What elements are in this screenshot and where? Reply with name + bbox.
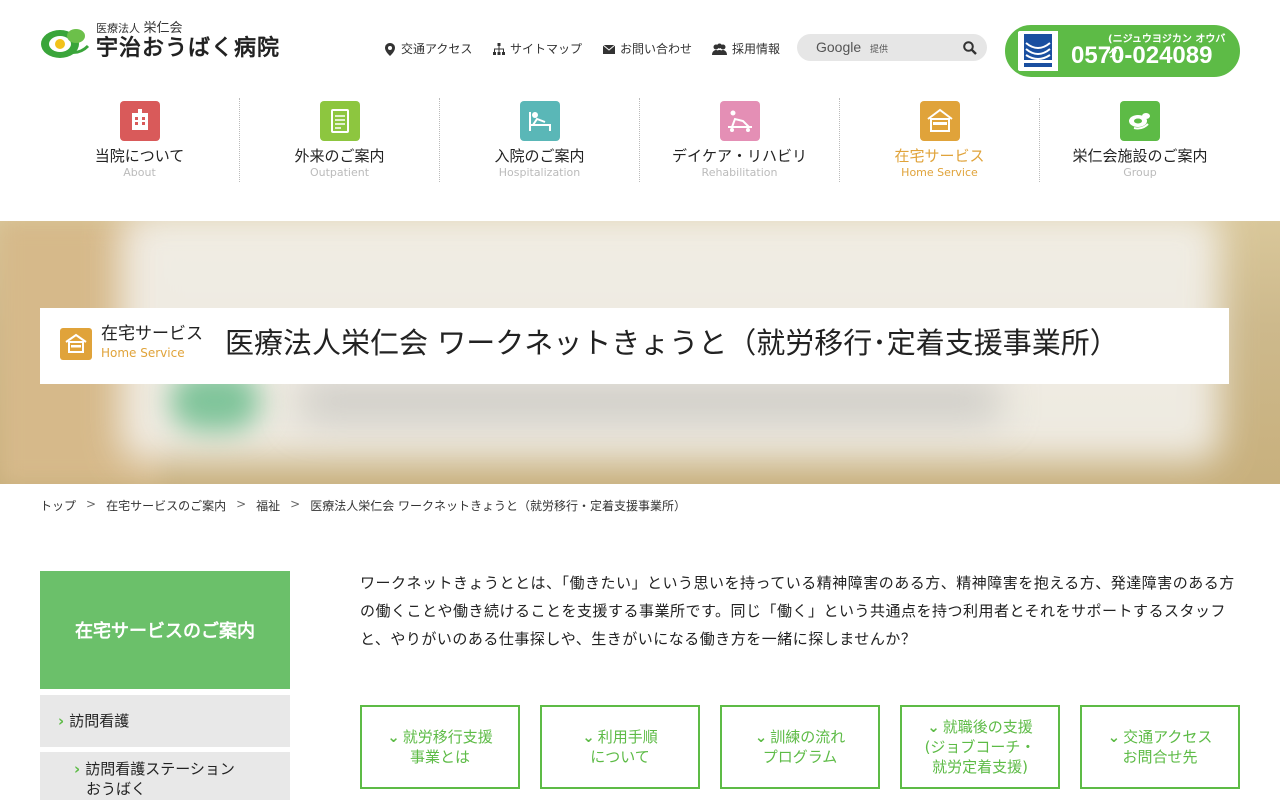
link-label: 訓練の流れ <box>770 728 846 746</box>
page-category: 在宅サービス <box>101 324 203 344</box>
nav-label-en: Group <box>1123 166 1157 179</box>
access-link[interactable]: 交通アクセス <box>384 40 472 57</box>
nav-item-hospitalization[interactable]: 入院のご案内 Hospitalization <box>440 98 640 182</box>
intro-text: ワークネットきょうととは、「働きたい」という思いを持っている精神障害のある方、精… <box>360 574 1235 648</box>
link-label: プログラム <box>762 748 838 766</box>
site-logo[interactable]: 医療法人 栄仁会 宇治おうばく病院 <box>40 22 280 62</box>
nav-label: 在宅サービス <box>894 147 985 165</box>
breadcrumb: トップ > 在宅サービスのご案内 > 福祉 > 医療法人栄仁会 ワークネットきょ… <box>40 497 686 514</box>
contact-link-label: お問い合わせ <box>620 42 693 56</box>
global-nav: 当院について About 外来のご案内 Outpatient 入院のご案内 Ho… <box>40 98 1240 184</box>
nav-item-outpatient[interactable]: 外来のご案内 Outpatient <box>240 98 440 182</box>
logo-clover-icon <box>40 22 92 62</box>
section-links: ⌄ 就労移行支援 事業とは ⌄ 利用手順 について ⌄ 訓練の流れ プログラム ⌄ 就職後の支… <box>360 705 1240 789</box>
chevron-down-icon: ⌄ <box>1107 728 1121 746</box>
contact-link[interactable]: お問い合わせ <box>602 40 693 57</box>
tel-number: 0570-024089 <box>1071 42 1213 69</box>
chevron-down-icon: ⌄ <box>927 718 940 736</box>
link-label: 交通アクセス <box>1123 728 1213 746</box>
location-pin-icon <box>384 42 396 56</box>
chevron-right-icon: › <box>58 712 65 730</box>
page-category-en: Home Service <box>101 346 185 360</box>
link-label: 就労移行支援 <box>402 728 493 746</box>
sitemap-link-label: サイトマップ <box>510 42 583 56</box>
house-icon <box>60 328 92 360</box>
logo-title: 宇治おうばく病院 <box>96 36 281 61</box>
chevron-down-icon: ⌄ <box>582 728 595 746</box>
house-icon <box>919 101 960 141</box>
bed-icon <box>519 101 560 141</box>
link-label: 就労定着支援) <box>932 758 1028 776</box>
recruit-link-label: 採用情報 <box>732 42 781 56</box>
page-title: 医療法人栄仁会 ワークネットきょうと（就労移行･定着支援事業所） <box>225 326 1119 360</box>
breadcrumb-item-home-service[interactable]: 在宅サービスのご案内 <box>106 497 226 514</box>
nav-label: 栄仁会施設のご案内 <box>1072 147 1208 165</box>
nav-item-home-service[interactable]: 在宅サービス Home Service <box>840 98 1040 182</box>
link-label: (ジョブコーチ・ <box>924 738 1036 756</box>
breadcrumb-item-current: 医療法人栄仁会 ワークネットきょうと（就労移行・定着支援事業所） <box>310 499 687 513</box>
chevron-down-icon: ⌄ <box>387 728 400 746</box>
rehab-icon <box>719 101 760 141</box>
nav-label-en: About <box>123 166 156 179</box>
recruit-link[interactable]: 採用情報 <box>712 40 780 57</box>
people-icon <box>712 43 727 55</box>
breadcrumb-separator: > <box>236 497 247 511</box>
link-label: 利用手順 <box>597 728 658 746</box>
sidebar-item-home-nursing[interactable]: › 訪問看護 <box>40 695 290 747</box>
hero-bg-shape <box>300 381 1000 421</box>
nav-label-en: Hospitalization <box>498 166 581 179</box>
access-link-label: 交通アクセス <box>401 42 473 56</box>
search-brand: Google <box>816 39 862 55</box>
hospital-icon <box>119 101 160 141</box>
search-box[interactable]: Google 提供 <box>797 34 987 61</box>
nav-item-group[interactable]: 栄仁会施設のご案内 Group <box>1040 98 1240 182</box>
mail-icon <box>602 43 616 55</box>
hero-banner: 在宅サービス Home Service 医療法人栄仁会 ワークネットきょうと（就… <box>0 221 1280 484</box>
breadcrumb-separator: > <box>290 497 301 511</box>
link-label: 就職後の支援 <box>942 718 1033 736</box>
link-label: 事業とは <box>409 748 470 766</box>
tel-banner[interactable]: (ニジュウヨジカン オウバク) 0570-024089 <box>1005 25 1240 77</box>
chevron-right-icon: › <box>74 760 81 778</box>
nav-label: デイケア・リハビリ <box>671 147 807 165</box>
leaf-icon <box>1120 101 1160 141</box>
breadcrumb-item-top[interactable]: トップ <box>40 497 76 514</box>
sidebar-item-nursing-station[interactable]: › 訪問看護ステーション おうばく <box>40 752 290 800</box>
nav-label: 入院のご案内 <box>494 147 585 165</box>
nav-label: 当院について <box>94 147 185 165</box>
sitemap-icon <box>493 42 505 55</box>
sidebar-item-label: おうばく <box>86 780 147 798</box>
link-about-transition-support[interactable]: ⌄ 就労移行支援事業とは <box>360 705 520 789</box>
site-header: 医療法人 栄仁会 宇治おうばく病院 交通アクセス サイトマップ お問い合わせ 採… <box>0 0 1280 90</box>
sidebar-item-label: 訪問看護ステーション <box>85 760 235 778</box>
search-icon[interactable] <box>963 40 977 59</box>
nav-item-rehabilitation[interactable]: デイケア・リハビリ Rehabilitation <box>640 98 840 182</box>
chevron-down-icon: ⌄ <box>754 728 768 746</box>
sitemap-link[interactable]: サイトマップ <box>493 40 582 57</box>
nav-label-en: Outpatient <box>309 166 370 179</box>
navi-dial-icon <box>1018 31 1058 71</box>
nav-label-en: Home Service <box>901 166 978 179</box>
logo-sub-small: 医療法人 <box>96 22 140 35</box>
link-training-program[interactable]: ⌄ 訓練の流れプログラム <box>720 705 880 789</box>
breadcrumb-item-welfare[interactable]: 福祉 <box>256 497 280 514</box>
nav-item-about[interactable]: 当院について About <box>40 98 240 182</box>
sidebar-heading[interactable]: 在宅サービスのご案内 <box>40 571 290 689</box>
logo-sub-big: 栄仁会 <box>143 21 183 36</box>
link-label: について <box>590 748 650 766</box>
page-title-box: 在宅サービス Home Service 医療法人栄仁会 ワークネットきょうと（就… <box>40 308 1229 384</box>
clipboard-icon <box>319 101 360 141</box>
search-brand-sub: 提供 <box>870 45 889 55</box>
nav-label-en: Rehabilitation <box>701 166 778 179</box>
nav-label: 外来のご案内 <box>294 147 385 165</box>
link-access-contact[interactable]: ⌄ 交通アクセス お問合せ先 <box>1080 705 1240 789</box>
link-usage-procedure[interactable]: ⌄ 利用手順について <box>540 705 700 789</box>
link-label: お問合せ先 <box>1122 748 1198 766</box>
sidebar-item-label: 訪問看護 <box>69 712 130 730</box>
link-post-employment-support[interactable]: ⌄ 就職後の支援 (ジョブコーチ・ 就労定着支援) <box>900 705 1060 789</box>
breadcrumb-separator: > <box>86 497 97 511</box>
